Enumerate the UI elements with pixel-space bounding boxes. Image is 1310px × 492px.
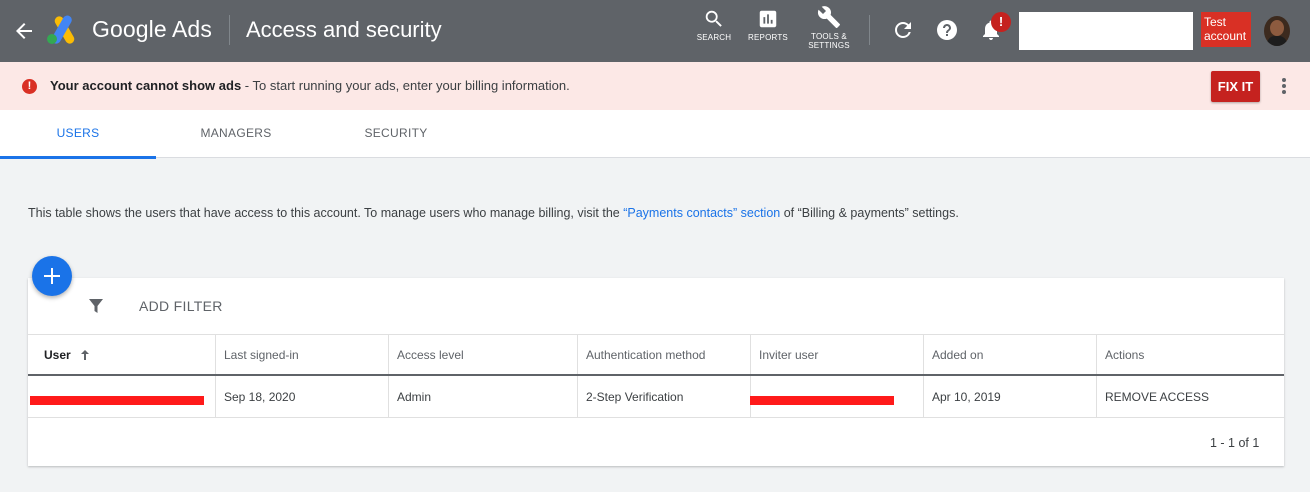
- wrench-icon: [817, 6, 840, 28]
- tab-security[interactable]: SECURITY: [318, 110, 474, 158]
- refresh-icon[interactable]: [891, 18, 915, 42]
- divider: [229, 15, 230, 45]
- avatar[interactable]: [1264, 16, 1290, 46]
- payments-contacts-link[interactable]: “Payments contacts” section: [623, 206, 780, 220]
- column-header-user[interactable]: User: [28, 335, 216, 374]
- reports-tool-label: REPORTS: [748, 33, 788, 42]
- alert-message: Your account cannot show ads - To start …: [50, 78, 570, 93]
- search-tool-button[interactable]: SEARCH: [696, 8, 732, 42]
- column-header-access-level[interactable]: Access level: [389, 335, 578, 374]
- google-ads-logo-icon: [47, 15, 75, 44]
- alert-detail: - To start running your ads, enter your …: [241, 78, 570, 93]
- test-account-badge: Test account: [1201, 12, 1251, 47]
- column-header-inviter-user[interactable]: Inviter user: [751, 335, 924, 374]
- description-text: This table shows the users that have acc…: [28, 206, 624, 220]
- billing-alert-banner: ! Your account cannot show ads - To star…: [0, 62, 1310, 110]
- description-text-end: of “Billing & payments” settings.: [780, 206, 959, 220]
- access-level-cell[interactable]: Admin: [389, 376, 578, 417]
- error-icon: !: [22, 79, 37, 94]
- notification-badge: !: [991, 12, 1011, 32]
- table-description: This table shows the users that have acc…: [28, 206, 959, 220]
- user-cell: [28, 376, 216, 417]
- add-user-button[interactable]: [32, 256, 72, 296]
- pagination-summary: 1 - 1 of 1: [1210, 436, 1260, 450]
- more-vert-icon[interactable]: [1277, 76, 1291, 96]
- back-arrow-icon[interactable]: [12, 19, 36, 43]
- remove-access-button[interactable]: REMOVE ACCESS: [1097, 376, 1284, 417]
- added-on-cell: Apr 10, 2019: [924, 376, 1097, 417]
- test-account-line1: Test: [1204, 15, 1227, 29]
- account-selector[interactable]: [1019, 12, 1193, 50]
- sort-ascending-icon: [80, 349, 89, 360]
- reports-tool-button[interactable]: REPORTS: [747, 8, 789, 42]
- column-header-last-signed-in[interactable]: Last signed-in: [216, 335, 389, 374]
- tab-bar: USERS MANAGERS SECURITY: [0, 110, 1310, 159]
- redaction-bar: [750, 396, 894, 405]
- inviter-user-cell: [750, 376, 924, 417]
- plus-icon: [44, 268, 60, 284]
- tools-label-line1: TOOLS &: [811, 32, 847, 41]
- last-signed-in-cell: Sep 18, 2020: [216, 376, 389, 417]
- page-title: Access and security: [246, 17, 442, 42]
- column-header-label: User: [44, 347, 71, 362]
- top-bar: Google Ads Access and security SEARCH RE…: [0, 0, 1310, 62]
- column-header-actions: Actions: [1105, 347, 1145, 362]
- test-account-line2: account: [1204, 29, 1247, 43]
- search-tool-label: SEARCH: [696, 33, 732, 42]
- table-header: User Last signed-in Access level Authent…: [28, 334, 1284, 376]
- redaction-bar: [30, 396, 204, 405]
- help-icon[interactable]: [935, 18, 959, 42]
- auth-method-cell: 2-Step Verification: [578, 376, 751, 417]
- column-header-auth-method[interactable]: Authentication method: [578, 335, 751, 374]
- tools-label-line2: SETTINGS: [808, 41, 850, 50]
- product-name: Google Ads: [92, 16, 212, 42]
- alert-title: Your account cannot show ads: [50, 78, 242, 93]
- tools-settings-button[interactable]: TOOLS & SETTINGS: [806, 5, 852, 50]
- tab-managers[interactable]: MANAGERS: [158, 110, 314, 158]
- filter-icon[interactable]: [88, 298, 104, 314]
- reports-icon: [759, 10, 777, 28]
- divider: [869, 15, 870, 45]
- fix-it-button[interactable]: FIX IT: [1211, 71, 1260, 102]
- column-header-added-on[interactable]: Added on: [924, 335, 1097, 374]
- tab-users[interactable]: USERS: [0, 110, 156, 159]
- table-row: Sep 18, 2020 Admin 2-Step Verification A…: [28, 376, 1284, 418]
- add-filter-button[interactable]: ADD FILTER: [139, 298, 223, 314]
- search-icon: [705, 10, 722, 27]
